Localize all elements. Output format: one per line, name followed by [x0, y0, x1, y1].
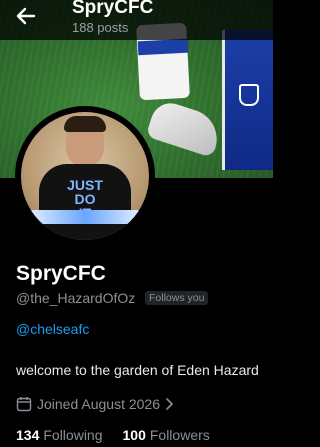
banner-jersey-badge — [239, 84, 259, 106]
banner-sock-stripe — [137, 38, 189, 56]
avatar-photo: JUST DO IT — [21, 112, 149, 240]
user-handle: @the_HazardOfOz — [16, 290, 136, 306]
bio-text: welcome to the garden of Eden Hazard — [16, 362, 259, 378]
bio-mention-link[interactable]: @chelseafc — [16, 321, 89, 337]
avatar-boots — [27, 210, 143, 224]
joined-date[interactable]: Joined August 2026 — [16, 396, 174, 412]
header-title: SpryCFC — [72, 0, 154, 18]
following-label: Following — [43, 427, 103, 443]
avatar-hair — [64, 116, 106, 132]
follows-you-badge: Follows you — [145, 291, 209, 305]
arrow-left-icon — [16, 7, 36, 25]
back-button[interactable] — [12, 4, 40, 28]
followers-label: Followers — [149, 427, 210, 443]
followers-link[interactable]: 100 Followers — [123, 427, 210, 443]
post-count: 188 posts — [72, 20, 129, 35]
banner-boot — [145, 98, 225, 158]
top-bar: SpryCFC 188 posts — [0, 0, 273, 40]
follow-stats: 134 Following 100 Followers — [16, 427, 210, 443]
display-name: SpryCFC — [16, 262, 106, 285]
joined-label: Joined August 2026 — [37, 396, 160, 412]
followers-count: 100 — [122, 427, 146, 443]
calendar-icon — [16, 397, 32, 412]
chevron-right-icon — [166, 398, 173, 410]
following-count: 134 — [16, 427, 40, 443]
avatar-shirt-text-2: DO — [74, 191, 96, 207]
following-link[interactable]: 134 Following — [16, 427, 103, 443]
avatar-shirt-text-1: JUST — [67, 177, 103, 193]
avatar[interactable]: JUST DO IT — [15, 106, 155, 246]
